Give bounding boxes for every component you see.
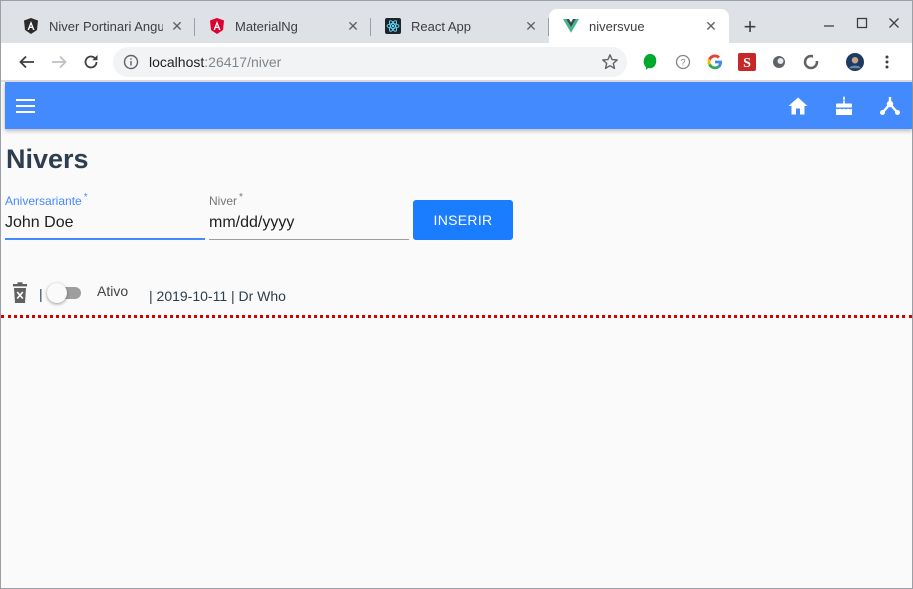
home-icon[interactable] [786, 94, 810, 118]
sitemap-icon[interactable] [878, 94, 902, 118]
new-tab-button[interactable]: + [739, 16, 761, 38]
evernote-extension-icon[interactable] [641, 53, 659, 71]
close-tab-icon[interactable]: ✕ [523, 18, 539, 34]
delete-icon[interactable] [10, 282, 30, 304]
angular-black-icon [23, 18, 39, 34]
aniversariante-field[interactable]: Aniversariante * John Doe [5, 192, 205, 240]
browser-toolbar: localhost:26417/niver ? S [1, 43, 912, 81]
page-title: Nivers [6, 144, 89, 174]
required-mark: * [239, 192, 243, 203]
tab-niver-portinari[interactable]: Niver Portinari Angu ✕ [9, 9, 195, 43]
toggle-knob [47, 283, 67, 303]
browser-window: Niver Portinari Angu ✕ MaterialNg ✕ Reac… [0, 0, 913, 589]
aniversariante-underline [5, 238, 205, 240]
tab-title: Niver Portinari Angu [49, 18, 163, 34]
tab-title: MaterialNg [235, 18, 298, 34]
aniversariante-value[interactable]: John Doe [5, 214, 205, 234]
url-path: :26417/niver [204, 54, 282, 70]
niver-date-value[interactable]: mm/dd/yyyy [209, 214, 409, 234]
vue-icon [563, 18, 579, 34]
s-extension-icon[interactable]: S [738, 53, 756, 71]
kebab-menu-icon[interactable] [878, 53, 896, 71]
insert-button[interactable]: INSERIR [413, 200, 513, 240]
url-text: localhost:26417/niver [149, 54, 281, 70]
avatar[interactable] [846, 53, 864, 71]
bookmark-star-icon[interactable] [601, 53, 619, 71]
tab-title: React App [411, 18, 471, 34]
row-details: | 2019-10-11 | Dr Who [149, 288, 286, 304]
google-extension-icon[interactable] [706, 53, 724, 71]
close-tab-icon[interactable]: ✕ [345, 18, 361, 34]
back-arrow-icon[interactable] [15, 50, 39, 74]
aniversariante-label: Aniversariante * [5, 192, 205, 208]
ativo-toggle[interactable] [47, 282, 83, 303]
angular-red-icon [209, 18, 225, 34]
info-icon[interactable] [123, 54, 139, 70]
niver-underline [209, 239, 409, 240]
forward-arrow-icon[interactable] [47, 50, 71, 74]
tab-niversvue[interactable]: niversvue ✕ [549, 9, 729, 43]
required-mark: * [83, 192, 88, 203]
url-host: localhost [149, 54, 205, 70]
svg-text:?: ? [680, 57, 685, 67]
dotted-divider [1, 315, 912, 318]
close-tab-icon[interactable]: ✕ [169, 18, 185, 34]
tab-title: niversvue [589, 18, 645, 34]
tab-react-app[interactable]: React App ✕ [371, 9, 549, 43]
svg-text:S: S [743, 56, 751, 71]
tab-materialng[interactable]: MaterialNg ✕ [195, 9, 371, 43]
cake-icon[interactable] [832, 94, 856, 118]
aniversariante-label-text: Aniversariante [5, 194, 82, 208]
reload-icon[interactable] [79, 50, 103, 74]
address-bar[interactable]: localhost:26417/niver [113, 47, 627, 77]
list-item: | Ativo | 2019-10-11 | Dr Who [1, 277, 912, 317]
niver-date-field[interactable]: Niver * mm/dd/yyyy [209, 192, 409, 240]
minimize-icon[interactable] [817, 11, 841, 35]
ativo-label: Ativo [97, 283, 129, 299]
close-tab-icon[interactable]: ✕ [703, 18, 719, 34]
row-separator: | [39, 286, 43, 302]
close-window-icon[interactable] [882, 11, 906, 35]
niver-label: Niver * [209, 192, 409, 208]
react-icon [385, 18, 401, 34]
arc-extension-icon[interactable] [802, 53, 820, 71]
tab-strip: Niver Portinari Angu ✕ MaterialNg ✕ Reac… [1, 1, 912, 43]
maximize-icon[interactable] [850, 11, 874, 35]
hamburger-menu-icon[interactable] [15, 95, 37, 117]
circle-extension-icon[interactable] [770, 53, 788, 71]
niver-label-text: Niver [209, 194, 238, 208]
app-bar [5, 82, 912, 129]
page-content: Nivers Aniversariante * John Doe Niver * m… [1, 82, 912, 588]
help-extension-icon[interactable]: ? [674, 53, 692, 71]
